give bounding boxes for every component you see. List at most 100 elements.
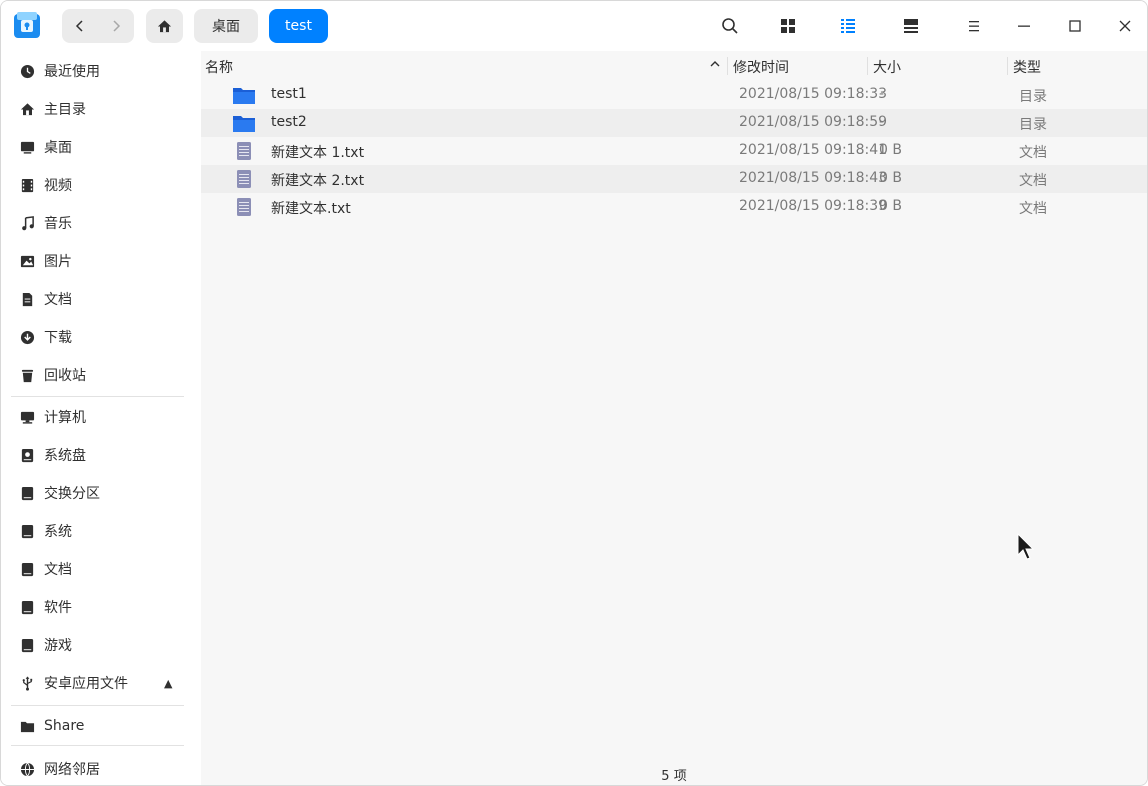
- file-size: -: [879, 86, 885, 102]
- sidebar-item-android[interactable]: 安卓应用文件 ▲: [1, 665, 201, 701]
- breadcrumb-test[interactable]: test: [269, 9, 328, 43]
- sidebar-divider: [11, 745, 184, 746]
- search-button[interactable]: [715, 11, 745, 41]
- file-name: test2: [271, 114, 307, 130]
- sidebar-item-label: 视频: [44, 178, 72, 194]
- list-view-button[interactable]: [833, 11, 863, 41]
- file-modified: 2021/08/15 09:18:59: [739, 114, 888, 130]
- file-size: -: [879, 114, 885, 130]
- text-file-icon: [237, 170, 251, 188]
- sidebar-item-label: 音乐: [44, 216, 72, 232]
- menu-button[interactable]: [959, 11, 989, 41]
- sidebar-item-computer[interactable]: 计算机: [1, 399, 201, 435]
- disk-icon: [19, 447, 35, 463]
- sidebar-item-label: 交换分区: [44, 486, 100, 502]
- sidebar-item-label: 游戏: [44, 638, 72, 654]
- sidebar-item-recent[interactable]: 最近使用: [1, 53, 201, 89]
- sidebar-item-label: 安卓应用文件: [44, 676, 128, 692]
- disk-icon: [19, 637, 35, 653]
- column-divider[interactable]: [1007, 57, 1008, 75]
- menu-icon: [969, 21, 979, 32]
- file-size: 0 B: [879, 170, 902, 186]
- sidebar-item-software[interactable]: 软件: [1, 589, 201, 625]
- file-type: 目录: [1019, 117, 1047, 133]
- sidebar-item-system-disk[interactable]: 系统盘: [1, 437, 201, 473]
- clock-icon: [19, 63, 35, 79]
- table-row[interactable]: test1 2021/08/15 09:18:33 - 目录: [201, 81, 1147, 109]
- close-button[interactable]: [1110, 11, 1140, 41]
- sidebar-item-home[interactable]: 主目录: [1, 91, 201, 127]
- home-button[interactable]: [146, 9, 183, 43]
- sort-ascending-icon[interactable]: [708, 57, 722, 71]
- sidebar-item-downloads[interactable]: 下载: [1, 319, 201, 355]
- music-icon: [19, 215, 35, 231]
- title-bar: 桌面 test: [1, 1, 1147, 51]
- home-icon: [157, 19, 172, 32]
- table-row[interactable]: 新建文本 1.txt 2021/08/15 09:18:41 0 B 文档: [201, 137, 1147, 165]
- file-size: 0 B: [879, 142, 902, 158]
- text-file-icon: [237, 198, 251, 216]
- sidebar-item-label: 回收站: [44, 368, 86, 384]
- sidebar-item-desktop[interactable]: 桌面: [1, 129, 201, 165]
- image-icon: [19, 253, 35, 269]
- table-row[interactable]: test2 2021/08/15 09:18:59 - 目录: [201, 109, 1147, 137]
- detail-view-button[interactable]: [896, 11, 926, 41]
- sidebar-item-label: 主目录: [44, 102, 86, 118]
- sidebar-item-label: 系统: [44, 524, 72, 540]
- table-row[interactable]: 新建文本.txt 2021/08/15 09:18:39 0 B 文档: [201, 193, 1147, 221]
- home-icon: [19, 101, 35, 117]
- breadcrumb-desktop[interactable]: 桌面: [194, 9, 258, 43]
- file-manager-window: 桌面 test 最近使用 主目录 桌面 视频 音乐 图片 文档 下载 回收站 计…: [0, 0, 1148, 786]
- folder-icon: [233, 116, 255, 132]
- sidebar-item-label: 最近使用: [44, 64, 100, 80]
- trash-icon: [19, 367, 35, 383]
- disk-icon: [19, 485, 35, 501]
- computer-icon: [19, 409, 35, 425]
- eject-icon[interactable]: ▲: [164, 677, 172, 690]
- column-divider[interactable]: [867, 57, 868, 75]
- sidebar-item-label: 下载: [44, 330, 72, 346]
- file-type: 文档: [1019, 201, 1047, 217]
- sidebar-item-pictures[interactable]: 图片: [1, 243, 201, 279]
- app-logo-icon[interactable]: [12, 10, 42, 40]
- sidebar-item-trash[interactable]: 回收站: [1, 357, 201, 393]
- sidebar-divider: [11, 705, 184, 706]
- sidebar-item-share[interactable]: Share: [1, 708, 201, 744]
- column-divider[interactable]: [727, 57, 728, 75]
- video-icon: [19, 177, 35, 193]
- sidebar-item-system[interactable]: 系统: [1, 513, 201, 549]
- minimize-button[interactable]: [1009, 11, 1039, 41]
- forward-button[interactable]: [98, 9, 134, 43]
- sidebar-item-docs-disk[interactable]: 文档: [1, 551, 201, 587]
- maximize-button[interactable]: [1060, 11, 1090, 41]
- sidebar-item-swap[interactable]: 交换分区: [1, 475, 201, 511]
- back-button[interactable]: [62, 9, 98, 43]
- icon-view-icon: [781, 19, 795, 33]
- sidebar-item-videos[interactable]: 视频: [1, 167, 201, 203]
- sidebar-item-label: 系统盘: [44, 448, 86, 464]
- icon-view-button[interactable]: [773, 11, 803, 41]
- sidebar-item-games[interactable]: 游戏: [1, 627, 201, 663]
- search-icon: [722, 18, 738, 34]
- desktop-icon: [19, 139, 35, 155]
- column-header-type[interactable]: 类型: [1013, 57, 1041, 77]
- status-bar-count: 5 项: [661, 769, 687, 784]
- usb-icon: [19, 675, 35, 691]
- table-row[interactable]: 新建文本 2.txt 2021/08/15 09:18:43 0 B 文档: [201, 165, 1147, 193]
- file-type: 文档: [1019, 145, 1047, 161]
- column-header-size[interactable]: 大小: [873, 57, 901, 77]
- chevron-right-icon: [113, 20, 121, 32]
- download-icon: [19, 329, 35, 345]
- file-name: 新建文本 2.txt: [271, 173, 365, 189]
- column-header-modified[interactable]: 修改时间: [733, 57, 789, 77]
- sidebar-item-network[interactable]: 网络邻居: [1, 751, 201, 785]
- sidebar-item-music[interactable]: 音乐: [1, 205, 201, 241]
- file-type: 目录: [1019, 89, 1047, 105]
- minimize-icon: [1018, 25, 1030, 27]
- file-name: test1: [271, 86, 307, 102]
- sidebar-item-documents[interactable]: 文档: [1, 281, 201, 317]
- sidebar-divider: [11, 396, 184, 397]
- file-list-view: 名称 修改时间 大小 类型 test1 2021/08/15 09:18:33 …: [201, 51, 1147, 785]
- sidebar-item-label: 软件: [44, 600, 72, 616]
- column-header-name[interactable]: 名称: [205, 57, 233, 77]
